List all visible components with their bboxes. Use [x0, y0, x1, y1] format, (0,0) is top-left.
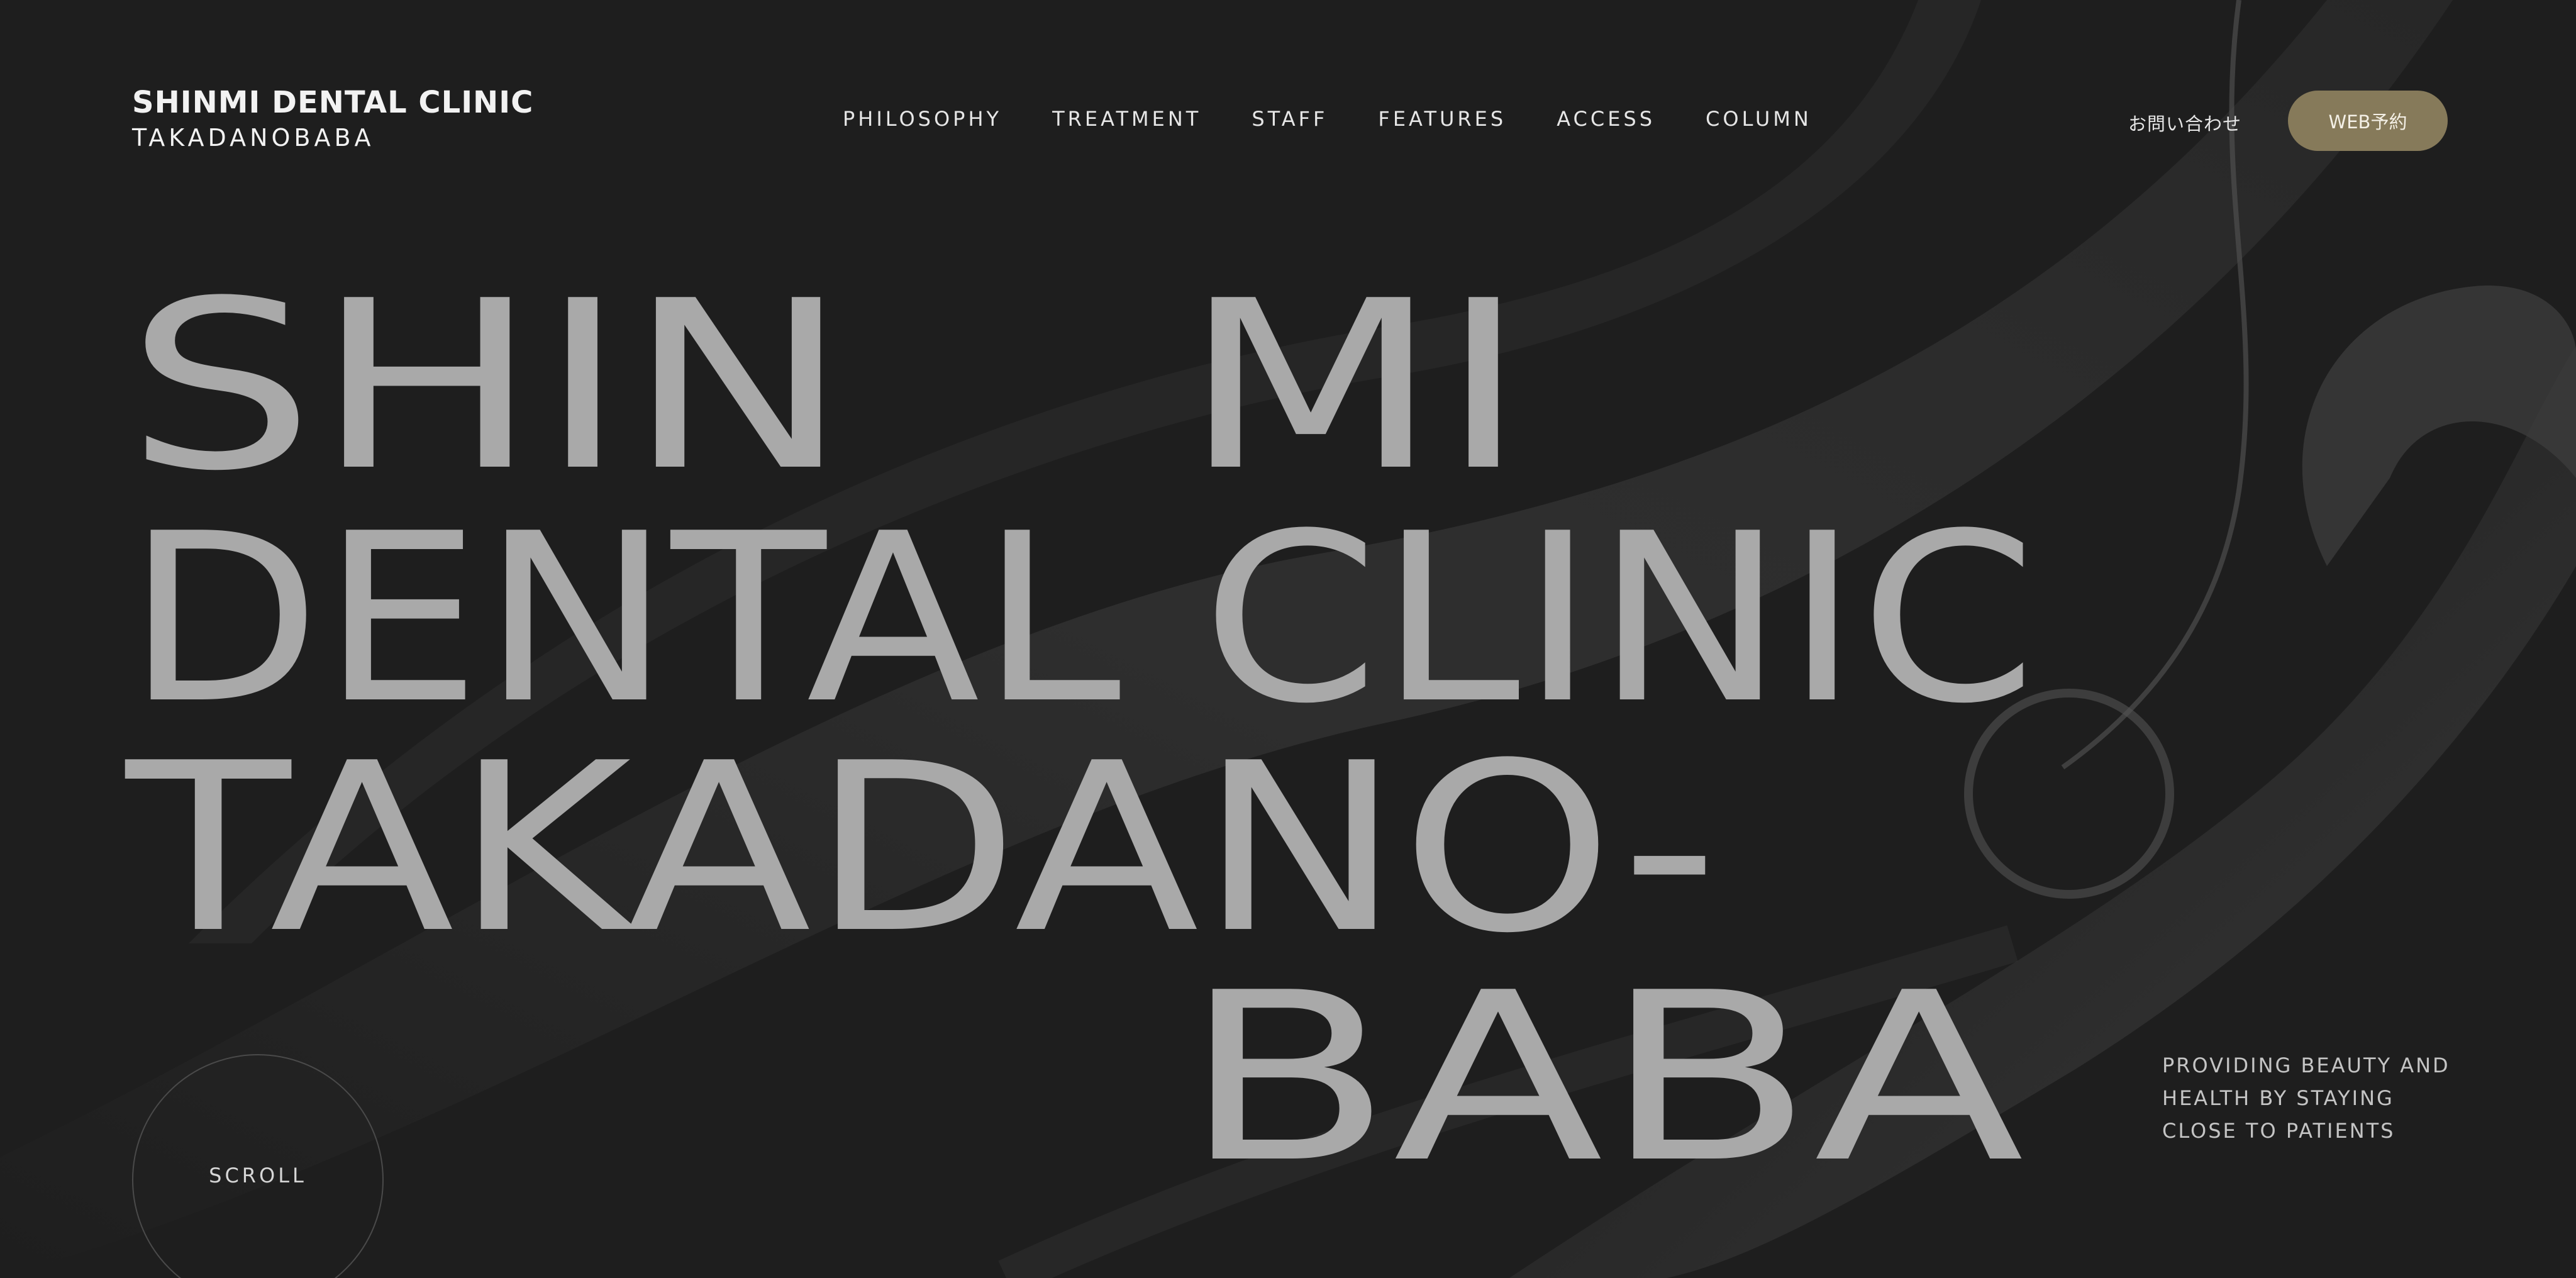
tagline-line: PROVIDING BEAUTY AND: [2162, 1053, 2450, 1077]
tagline-line: CLOSE TO PATIENTS: [2162, 1119, 2396, 1143]
nav-item-access[interactable]: ACCESS: [1557, 107, 1655, 131]
nav-item-column[interactable]: COLUMN: [1706, 107, 1812, 131]
tagline-line: HEALTH BY STAYING: [2162, 1086, 2394, 1110]
hero-line-shin: SHIN: [126, 252, 850, 522]
nav-item-philosophy[interactable]: PHILOSOPHY: [843, 107, 1002, 131]
nav-item-staff[interactable]: STAFF: [1252, 107, 1328, 131]
nav-item-features[interactable]: FEATURES: [1378, 107, 1506, 131]
hero-line-takadano: TAKADANO-: [126, 714, 1719, 984]
contact-link[interactable]: お問い合わせ: [2128, 109, 2241, 136]
hero-line-baba: BABA: [1182, 943, 2024, 1214]
scroll-label: SCROLL: [209, 1164, 307, 1187]
web-reservation-button[interactable]: WEB予約: [2288, 91, 2448, 151]
hero-line-mi: MI: [1182, 252, 1528, 522]
nav-item-treatment[interactable]: TREATMENT: [1052, 107, 1201, 131]
clinic-logo[interactable]: SHINMI DENTAL CLINIC TAKADANOBABA: [132, 83, 533, 153]
main-nav: PHILOSOPHY TREATMENT STAFF FEATURES ACCE…: [843, 107, 1862, 131]
page: SHINMI DENTAL CLINIC TAKADANOBABA PHILOS…: [0, 0, 2576, 1278]
hero-line-dental-clinic: DENTAL CLINIC: [126, 484, 2037, 755]
logo-subtitle: TAKADANOBABA: [132, 124, 375, 152]
logo-title: SHINMI DENTAL CLINIC: [132, 85, 534, 120]
hero-tagline: PROVIDING BEAUTY AND HEALTH BY STAYING C…: [2162, 1049, 2451, 1147]
